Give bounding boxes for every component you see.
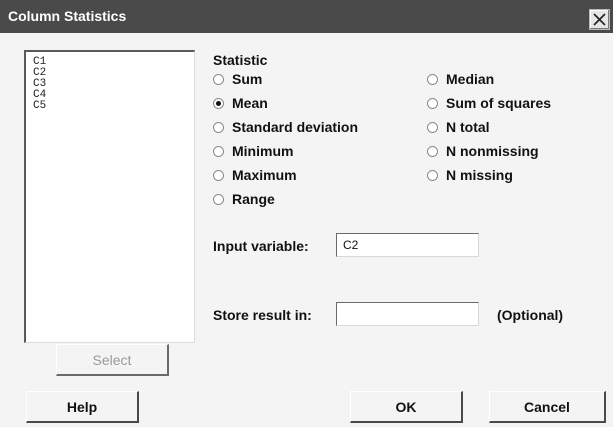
radio-sum[interactable]: Sum [213, 70, 262, 88]
radio-maximum-label: Maximum [232, 167, 297, 183]
help-button[interactable]: Help [26, 391, 139, 423]
radio-minimum-label: Minimum [232, 143, 294, 159]
radio-indicator [213, 169, 224, 181]
select-button[interactable]: Select [56, 344, 169, 376]
radio-indicator [427, 73, 438, 85]
radio-range-label: Range [232, 191, 275, 207]
radio-mean[interactable]: Mean [213, 94, 268, 112]
radio-n-total[interactable]: N total [427, 118, 490, 136]
radio-minimum[interactable]: Minimum [213, 142, 293, 160]
store-result-label: Store result in: [213, 307, 312, 323]
radio-indicator [427, 145, 438, 157]
radio-indicator [213, 193, 224, 205]
title-bar: Column Statistics [0, 0, 613, 33]
radio-indicator-selected [213, 97, 224, 109]
radio-standard-deviation[interactable]: Standard deviation [213, 118, 358, 136]
store-result-field[interactable] [336, 302, 479, 326]
input-variable-label: Input variable: [213, 238, 309, 254]
radio-indicator [427, 121, 438, 133]
close-button[interactable] [589, 9, 610, 30]
ok-button[interactable]: OK [350, 391, 463, 423]
radio-n-missing-label: N missing [446, 167, 513, 183]
radio-median[interactable]: Median [427, 70, 494, 88]
radio-maximum[interactable]: Maximum [213, 166, 297, 184]
variable-listbox[interactable]: C1 C2 C3 C4 C5 [24, 50, 195, 343]
radio-indicator [213, 73, 224, 85]
radio-n-missing[interactable]: N missing [427, 166, 513, 184]
radio-sum-label: Sum [232, 71, 263, 87]
radio-indicator [213, 121, 224, 133]
radio-indicator [427, 97, 438, 109]
list-item-c5[interactable]: C5 [33, 101, 46, 112]
radio-n-total-label: N total [446, 119, 490, 135]
radio-indicator [213, 145, 224, 157]
radio-sum-of-squares[interactable]: Sum of squares [427, 94, 551, 112]
radio-mean-label: Mean [232, 95, 268, 111]
optional-label: (Optional) [497, 307, 564, 323]
radio-standard-deviation-label: Standard deviation [232, 119, 359, 135]
radio-n-nonmissing[interactable]: N nonmissing [427, 142, 539, 160]
input-variable-field[interactable]: C2 [336, 233, 479, 257]
radio-sum-of-squares-label: Sum of squares [446, 95, 552, 111]
window-title: Column Statistics [8, 8, 127, 24]
radio-median-label: Median [446, 71, 495, 87]
radio-indicator [427, 169, 438, 181]
statistic-group-label: Statistic [213, 52, 268, 68]
close-icon [593, 13, 606, 26]
radio-range[interactable]: Range [213, 190, 275, 208]
cancel-button[interactable]: Cancel [489, 391, 606, 423]
radio-n-nonmissing-label: N nonmissing [446, 143, 539, 159]
